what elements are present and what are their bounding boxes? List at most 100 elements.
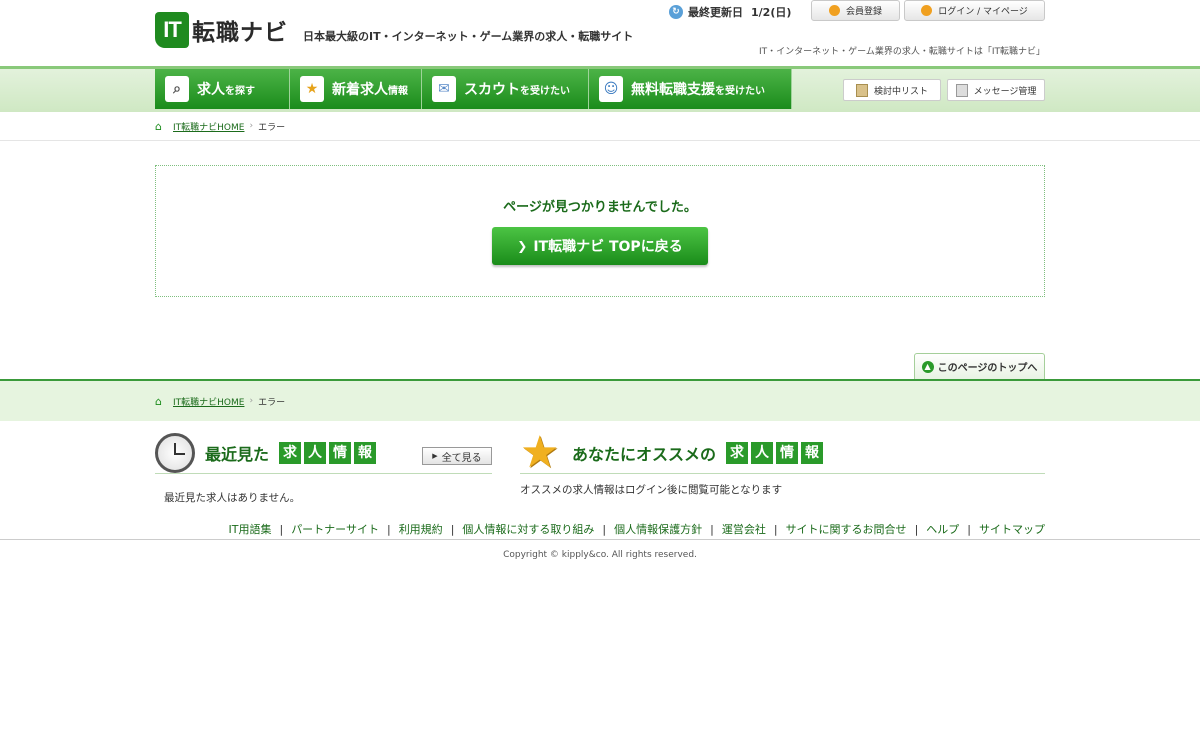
recently-viewed-section: 最近見た 求 人 情 報 ▶ 全て見る 最近見た求人はありません。 bbox=[155, 433, 492, 505]
login-label: ログイン / マイページ bbox=[938, 7, 1028, 17]
breadcrumb-current: エラー bbox=[258, 122, 286, 133]
register-button[interactable]: 会員登録 bbox=[811, 0, 900, 21]
user-icon bbox=[828, 5, 840, 16]
footer-breadcrumb: ⌂ IT転職ナビHOME › エラー bbox=[0, 379, 1200, 421]
title-kanji: 情 bbox=[776, 442, 799, 464]
footer-link-separator: | bbox=[914, 523, 919, 536]
footer-link-separator: | bbox=[386, 523, 391, 536]
footer-links-row: IT用語集 | パートナーサイト | 利用規約 | 個人情報に対する取り組み | 個人情報保護方… bbox=[155, 521, 1046, 539]
footer-link-separator: | bbox=[279, 523, 284, 536]
last-updated: ↻ 最終更新日 1/2(日) bbox=[669, 4, 791, 20]
back-to-top-page-button[interactable]: ❯ IT転職ナビ TOPに戻る bbox=[492, 227, 708, 265]
recommended-title: あなたにオススメの 求 人 情 報 bbox=[572, 441, 824, 465]
main-nav-bar: ⌕ 求人 を探す ★ 新着求人 情報 ✉ スカウト を受けたい ☺ 無料転職支援 を受け… bbox=[0, 66, 1200, 112]
document-icon bbox=[855, 83, 868, 97]
breadcrumb-home-link[interactable]: IT転職ナビHOME bbox=[173, 120, 244, 133]
arrow-up-icon: ▲ bbox=[921, 360, 934, 373]
nav-small: 情報 bbox=[388, 85, 408, 97]
star-icon: ★ bbox=[300, 76, 324, 102]
saved-list-label: 検討中リスト bbox=[873, 86, 928, 97]
breadcrumb-separator: › bbox=[249, 121, 254, 131]
nav-item-scout[interactable]: ✉ スカウト を受けたい bbox=[422, 69, 589, 109]
nav-label: 新着求人 bbox=[332, 82, 388, 98]
recently-viewed-title: 最近見た 求 人 情 報 bbox=[205, 441, 377, 465]
footer-link[interactable]: パートナーサイト bbox=[291, 523, 379, 536]
message-button[interactable]: メッセージ管理 bbox=[947, 79, 1045, 101]
footer-link[interactable]: 個人情報に対する取り組み bbox=[462, 523, 594, 536]
footer-breadcrumb-current: エラー bbox=[258, 397, 286, 408]
key-icon bbox=[921, 5, 933, 16]
footer-link[interactable]: ヘルプ bbox=[926, 523, 959, 536]
footer-breadcrumb-home-link[interactable]: IT転職ナビHOME bbox=[173, 395, 244, 408]
error-message: ページが見つかりませんでした。 bbox=[503, 200, 697, 215]
logo-text: 転職ナビ bbox=[192, 20, 288, 46]
footer-link-separator: | bbox=[602, 523, 607, 536]
title-kanji: 求 bbox=[726, 442, 749, 464]
message-label: メッセージ管理 bbox=[973, 86, 1037, 97]
title-kanji: 報 bbox=[801, 442, 824, 464]
recently-viewed-header: 最近見た 求 人 情 報 ▶ 全て見る bbox=[155, 433, 492, 474]
site-tagline: 日本最大級のIT・インターネット・ゲーム業界の求人・転職サイト bbox=[303, 30, 634, 43]
nav-item-career-support[interactable]: ☺ 無料転職支援 を受けたい bbox=[589, 69, 792, 109]
nav-label: スカウト bbox=[464, 82, 520, 98]
page-top-label: このページのトップへ bbox=[937, 363, 1038, 374]
bottom-sections: 最近見た 求 人 情 報 ▶ 全て見る 最近見た求人はありません。 ★ あなたに… bbox=[155, 421, 1045, 521]
title-kanji: 人 bbox=[751, 442, 774, 464]
page-top-button[interactable]: ▲ このページのトップへ bbox=[914, 353, 1045, 379]
footer-link-separator: | bbox=[967, 523, 971, 536]
nav-label: 求人 bbox=[197, 82, 225, 98]
footer-link-separator: | bbox=[710, 523, 714, 536]
search-icon: ⌕ bbox=[165, 76, 189, 102]
chevron-right-icon: ❯ bbox=[517, 239, 528, 253]
title-kanji: 報 bbox=[354, 442, 377, 464]
footer-link[interactable]: IT用語集 bbox=[229, 523, 272, 536]
footer-link[interactable]: 利用規約 bbox=[399, 523, 443, 536]
nav-item-new-jobs[interactable]: ★ 新着求人 情報 bbox=[290, 69, 422, 109]
triangle-right-icon: ▶ bbox=[432, 452, 438, 460]
saved-list-button[interactable]: 検討中リスト bbox=[843, 79, 941, 101]
footer-link[interactable]: 個人情報保護方針 bbox=[614, 523, 702, 536]
back-to-top-label: IT転職ナビ TOPに戻る bbox=[533, 239, 683, 255]
last-updated-label: 最終更新日 bbox=[688, 6, 743, 19]
last-updated-date: 1/2(日) bbox=[751, 6, 792, 19]
clock-icon bbox=[155, 433, 195, 473]
site-logo[interactable]: IT 転職ナビ bbox=[155, 12, 288, 48]
breadcrumb: ⌂ IT転職ナビHOME › エラー bbox=[0, 112, 1200, 141]
refresh-icon: ↻ bbox=[669, 5, 683, 19]
recommended-header: ★ あなたにオススメの 求 人 情 報 bbox=[520, 427, 1045, 478]
pagetop-row: ▲ このページのトップへ bbox=[155, 353, 1045, 379]
home-icon: ⌂ bbox=[155, 119, 162, 133]
mail-icon: ✉ bbox=[432, 76, 456, 102]
breadcrumb-separator: › bbox=[249, 396, 254, 406]
nav-small: を受けたい bbox=[715, 85, 765, 97]
main-nav: ⌕ 求人 を探す ★ 新着求人 情報 ✉ スカウト を受けたい ☺ 無料転職支援 を受け… bbox=[155, 69, 792, 109]
footer-link[interactable]: 運営会社 bbox=[722, 523, 766, 536]
error-panel: ページが見つかりませんでした。 ❯ IT転職ナビ TOPに戻る bbox=[155, 165, 1045, 297]
footer-link[interactable]: サイトに関するお問合せ bbox=[786, 523, 907, 536]
home-icon: ⌂ bbox=[155, 394, 162, 408]
envelope-icon bbox=[955, 83, 968, 97]
people-icon: ☺ bbox=[599, 76, 623, 102]
nav-small: を受けたい bbox=[520, 85, 570, 97]
see-all-label: 全て見る bbox=[441, 452, 482, 464]
nav-small: を探す bbox=[225, 85, 255, 97]
title-kanji: 求 bbox=[279, 442, 302, 464]
recently-viewed-title-text: 最近見た bbox=[205, 445, 270, 464]
login-button[interactable]: ログイン / マイページ bbox=[904, 0, 1045, 21]
nav-item-search-jobs[interactable]: ⌕ 求人 を探す bbox=[155, 69, 290, 109]
footer-link-separator: | bbox=[773, 523, 778, 536]
see-all-button[interactable]: ▶ 全て見る bbox=[422, 447, 492, 465]
recommended-login-note: オススメの求人情報はログイン後に閲覧可能となります bbox=[520, 484, 783, 496]
nav-label: 無料転職支援 bbox=[631, 82, 715, 98]
footer-link-separator: | bbox=[450, 523, 455, 536]
header-note: IT・インターネット・ゲーム業界の求人・転職サイトは「IT転職ナビ」 bbox=[758, 47, 1045, 57]
footer-links: IT用語集 | パートナーサイト | 利用規約 | 個人情報に対する取り組み | 個人情報保護方… bbox=[0, 521, 1200, 540]
recommended-section: ★ あなたにオススメの 求 人 情 報 オススメの求人情報はログイン後に閲覧可能… bbox=[520, 427, 1045, 497]
logo-it-mark: IT bbox=[155, 12, 189, 48]
footer-link[interactable]: サイトマップ bbox=[979, 523, 1045, 536]
register-label: 会員登録 bbox=[845, 7, 882, 17]
star-icon: ★ bbox=[520, 427, 560, 478]
title-kanji: 情 bbox=[329, 442, 352, 464]
title-kanji: 人 bbox=[304, 442, 327, 464]
site-header: IT 転職ナビ 日本最大級のIT・インターネット・ゲーム業界の求人・転職サイト … bbox=[155, 0, 1045, 66]
